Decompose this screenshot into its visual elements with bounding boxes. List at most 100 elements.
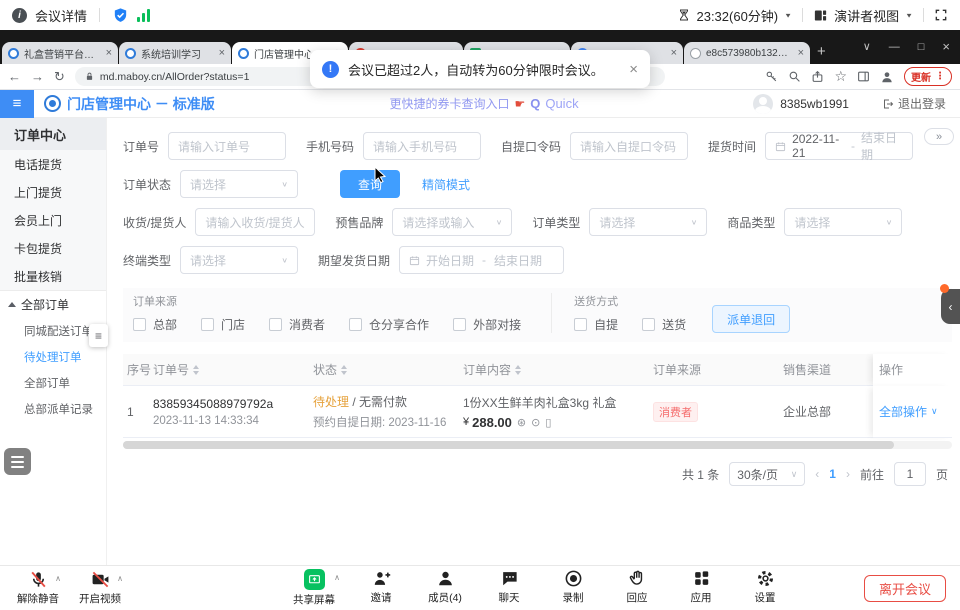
sort-caret-icon[interactable] <box>341 365 347 375</box>
share-screen-button[interactable]: ∧ 共享屏幕 <box>287 569 341 607</box>
ship-date-range[interactable]: 开始日期 - 结束日期 <box>399 246 564 274</box>
forward-icon[interactable]: → <box>31 69 44 84</box>
checkbox-icon[interactable] <box>574 318 587 331</box>
new-tab-button[interactable]: + <box>817 43 826 60</box>
horizontal-scrollbar[interactable] <box>123 441 952 449</box>
checkbox-consumer[interactable]: 消费者 <box>269 316 325 333</box>
quick-card-query-link[interactable]: 更快捷的券卡查询入口 <box>389 95 509 112</box>
checkbox-icon[interactable] <box>349 318 362 331</box>
checkbox-self-pickup[interactable]: 自提 <box>574 316 618 333</box>
checkbox-delivery[interactable]: 送货 <box>642 316 686 333</box>
table-row[interactable]: 1 83859345088979792a 2023-11-13 14:33:34… <box>123 386 952 438</box>
next-page-icon[interactable]: › <box>846 467 850 481</box>
hamburger-menu-button[interactable]: ≡ <box>0 90 34 118</box>
col-header-status[interactable]: 状态 <box>313 361 463 378</box>
react-button[interactable]: 回应 <box>613 569 661 607</box>
bookmark-star-icon[interactable]: ☆ <box>834 68 847 85</box>
invite-button[interactable]: 邀请 <box>357 569 405 607</box>
back-icon[interactable]: ← <box>8 69 21 84</box>
order-status-select[interactable]: 请选择 ∨ <box>180 170 298 198</box>
search-button[interactable]: 查询 <box>340 170 400 198</box>
avatar[interactable] <box>753 94 773 114</box>
apps-button[interactable]: 应用 <box>677 569 725 607</box>
ship-end-date[interactable]: 结束日期 <box>494 252 542 269</box>
pickup-time-range[interactable]: 2022-11-21 - 结束日期 <box>765 132 913 160</box>
drag-handle[interactable]: ≡ <box>89 324 108 347</box>
presale-brand-select[interactable]: 请选择或输入 ∨ <box>392 208 512 236</box>
view-mode-caret-icon[interactable]: ▼ <box>905 11 913 18</box>
settings-button[interactable]: 设置 <box>741 569 789 607</box>
unmute-button[interactable]: ∧ 解除静音 <box>14 570 62 606</box>
key-icon[interactable] <box>765 70 778 83</box>
caret-up-icon[interactable]: ∧ <box>117 574 123 583</box>
order-no-input[interactable]: 请输入订单号 <box>168 132 286 160</box>
phone-input[interactable]: 请输入手机号码 <box>363 132 481 160</box>
meeting-details-button[interactable]: 会议详情 <box>35 6 87 25</box>
sidebar-item-pending-orders[interactable]: 待处理订单 <box>0 344 106 370</box>
sort-caret-icon[interactable] <box>193 365 199 375</box>
tab-close-icon[interactable]: × <box>798 48 804 59</box>
share-icon[interactable] <box>811 70 824 83</box>
checkbox-icon[interactable] <box>453 318 466 331</box>
browser-tab[interactable]: 系统培训学习 × <box>119 42 231 64</box>
menu-dots-icon[interactable]: ⋮ <box>935 71 945 82</box>
browser-tab[interactable]: e8c573980b1328a258fd2e6 × <box>684 42 810 64</box>
order-type-select[interactable]: 请选择 ∨ <box>589 208 707 236</box>
pickup-end-date[interactable]: 结束日期 <box>861 129 903 163</box>
checkbox-icon[interactable] <box>201 318 214 331</box>
quick-label[interactable]: Quick <box>545 96 578 111</box>
page-size-select[interactable]: 30条/页 ∨ <box>729 462 805 486</box>
prev-page-icon[interactable]: ‹ <box>815 467 819 481</box>
fullscreen-icon[interactable] <box>934 8 948 22</box>
goto-page-input[interactable]: 1 <box>894 462 926 486</box>
ship-start-date[interactable]: 开始日期 <box>426 252 474 269</box>
leave-meeting-button[interactable]: 离开会议 <box>864 575 946 602</box>
sidebar-group-all-orders[interactable]: 全部订单 <box>0 290 106 318</box>
sidebar-item-member-visit[interactable]: 会员上门 <box>0 206 106 234</box>
side-panel-icon[interactable] <box>857 70 870 83</box>
caret-up-icon[interactable]: ∧ <box>55 574 61 583</box>
tab-search-icon[interactable]: ∨ <box>863 40 871 53</box>
tab-close-icon[interactable]: × <box>671 48 677 59</box>
pickup-start-date[interactable]: 2022-11-21 <box>792 132 845 160</box>
view-mode-select[interactable]: 演讲者视图 <box>834 6 899 25</box>
receiver-input[interactable]: 请输入收货/提货人 <box>195 208 315 236</box>
col-header-content[interactable]: 订单内容 <box>463 361 653 378</box>
checkbox-icon[interactable] <box>642 318 655 331</box>
sidebar-item-batch-verify[interactable]: 批量核销 <box>0 262 106 290</box>
signal-bars-icon[interactable] <box>137 9 150 22</box>
checkbox-external[interactable]: 外部对接 <box>453 316 521 333</box>
checkbox-store[interactable]: 门店 <box>201 316 245 333</box>
caret-up-icon[interactable]: ∧ <box>334 573 340 582</box>
checkbox-hq[interactable]: 总部 <box>133 316 177 333</box>
simple-mode-link[interactable]: 精简模式 <box>422 176 470 193</box>
profile-icon[interactable] <box>880 70 894 84</box>
close-window-icon[interactable]: × <box>942 39 950 54</box>
checkbox-warehouse-share[interactable]: 仓分享合作 <box>349 316 429 333</box>
scrollbar-thumb[interactable] <box>123 441 894 449</box>
chat-button[interactable]: 聊天 <box>485 569 533 607</box>
browser-tab[interactable]: 礼盒营销平台管理中心 × <box>2 42 118 64</box>
sidebar-item-hq-dispatch-records[interactable]: 总部派单记录 <box>0 396 106 422</box>
checkbox-icon[interactable] <box>133 318 146 331</box>
goods-type-select[interactable]: 请选择 ∨ <box>784 208 902 236</box>
pickup-code-input[interactable]: 请输入自提口令码 <box>570 132 688 160</box>
browser-update-button[interactable]: 更新 ⋮ <box>904 67 952 86</box>
tab-close-icon[interactable]: × <box>219 48 225 59</box>
zoom-icon[interactable] <box>788 70 801 83</box>
shield-check-icon[interactable] <box>112 7 129 24</box>
sidebar-item-card-pickup[interactable]: 卡包提货 <box>0 234 106 262</box>
current-page[interactable]: 1 <box>829 467 836 481</box>
collapse-filters-button[interactable]: » <box>924 128 954 145</box>
all-actions-dropdown[interactable]: 全部操作 ∨ <box>879 403 952 420</box>
record-button[interactable]: 录制 <box>549 569 597 607</box>
sidebar-item-all-orders[interactable]: 全部订单 <box>0 370 106 396</box>
terminal-type-select[interactable]: 请选择 ∨ <box>180 246 298 274</box>
toast-close-icon[interactable]: × <box>629 61 638 78</box>
sidebar-item-phone-pickup[interactable]: 电话提货 <box>0 150 106 178</box>
checkbox-icon[interactable] <box>269 318 282 331</box>
dispatch-return-button[interactable]: 派单退回 <box>712 305 790 333</box>
maximize-icon[interactable]: □ <box>918 41 925 53</box>
sort-caret-icon[interactable] <box>515 365 521 375</box>
meeting-list-toggle[interactable] <box>4 448 31 475</box>
